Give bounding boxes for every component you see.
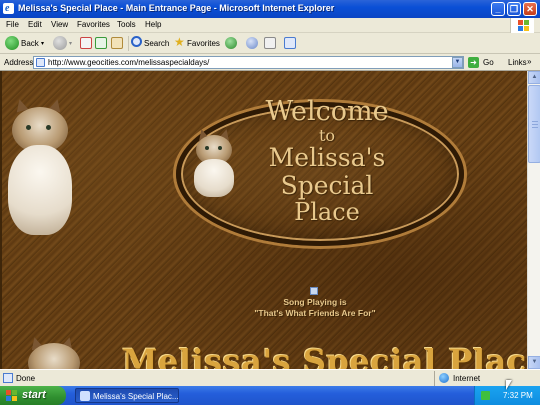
scroll-down-icon[interactable]: ▼ [528,356,540,369]
address-dropdown-icon[interactable]: ▼ [452,57,463,68]
close-button[interactable]: ✕ [523,2,537,16]
back-label: Back [21,39,39,48]
mouse-cursor-icon [506,380,512,390]
scroll-up-icon[interactable]: ▲ [528,71,540,84]
refresh-icon[interactable] [95,37,107,49]
page-done-icon [3,373,13,383]
minimize-button[interactable]: _ [491,2,505,16]
address-url: http://www.geocities.com/melissaspeciald… [48,58,210,67]
search-button[interactable]: Search [131,35,171,52]
start-button[interactable]: start [0,386,66,405]
search-icon [131,36,142,47]
toolbar: Back ▾ ▾ Search ★ Favorites [0,33,540,54]
go-button[interactable]: Go [483,58,494,67]
status-divider [434,371,435,386]
favorites-label: Favorites [187,39,220,48]
menu-help[interactable]: Help [145,20,161,29]
scroll-thumb[interactable] [528,85,540,163]
page-icon [36,58,45,67]
song-line-2: "That's What Friends Are For" [254,308,376,318]
taskbar-window-label: Melissa's Special Plac... [93,392,179,401]
security-zone: Internet [453,374,481,383]
toolbar-divider [128,36,129,51]
menu-view[interactable]: View [51,20,68,29]
menu-edit[interactable]: Edit [28,20,42,29]
ie-icon: e [3,3,14,14]
start-label: start [22,389,46,401]
welcome-line-1: Welcome [265,96,389,127]
history-icon[interactable] [246,37,258,49]
welcome-line-2: to [318,125,336,145]
menu-bar: File Edit View Favorites Tools Help [0,18,540,33]
address-bar: Address http://www.geocities.com/melissa… [0,54,540,71]
status-text: Done [16,374,36,383]
windows-flag-icon [6,390,18,401]
song-line-1: Song Playing is [283,297,347,307]
search-label: Search [144,39,170,48]
kitten-image-bottom [24,335,84,369]
menu-file[interactable]: File [6,20,19,29]
taskbar: start Melissa's Special Plac... 7:32 PM [0,386,540,405]
forward-button[interactable] [53,36,67,50]
window-title: Melissa's Special Place - Main Entrance … [18,3,335,13]
print-icon[interactable] [284,37,296,49]
welcome-heading: Welcome to Melissa's Special Place [232,97,422,226]
menu-favorites[interactable]: Favorites [77,20,110,29]
links-chevron-icon[interactable]: » [527,57,531,66]
star-icon: ★ [174,35,185,49]
page-content: Welcome to Melissa's Special Place Song … [0,71,527,369]
media-icon[interactable] [225,37,237,49]
maximize-button[interactable]: ❐ [507,2,521,16]
taskbar-ie-window[interactable]: Melissa's Special Plac... [75,388,179,403]
welcome-line-3: Melissa's Special [268,143,386,200]
network-tray-icon[interactable] [481,391,490,400]
home-icon[interactable] [111,37,123,49]
links-button[interactable]: Links [508,58,527,67]
clock: 7:32 PM [503,391,533,400]
favorites-button[interactable]: ★ Favorites [174,35,222,52]
music-player-icon[interactable] [310,287,318,295]
back-dropdown-icon[interactable]: ▾ [41,40,44,47]
internet-globe-icon [439,373,449,383]
status-bar: Done Internet [0,369,540,386]
ie-task-icon [80,391,90,401]
mail-icon[interactable] [264,37,276,49]
address-input[interactable]: http://www.geocities.com/melissaspeciald… [33,56,464,69]
song-caption: Song Playing is "That's What Friends Are… [230,297,400,319]
menu-tools[interactable]: Tools [117,20,136,29]
forward-dropdown-icon[interactable]: ▾ [69,40,72,47]
address-label: Address [4,58,34,67]
banner-title: Melissa's Special Place [122,342,527,369]
back-arrow-icon [5,36,19,50]
vertical-scrollbar[interactable]: ▲ ▼ [527,71,540,369]
stop-icon[interactable] [80,37,92,49]
windows-logo-icon [510,18,534,33]
go-arrow-icon[interactable]: ➜ [468,57,479,68]
title-bar: e Melissa's Special Place - Main Entranc… [0,0,540,18]
kitten-image-large [6,85,74,235]
welcome-line-4: Place [294,198,360,227]
